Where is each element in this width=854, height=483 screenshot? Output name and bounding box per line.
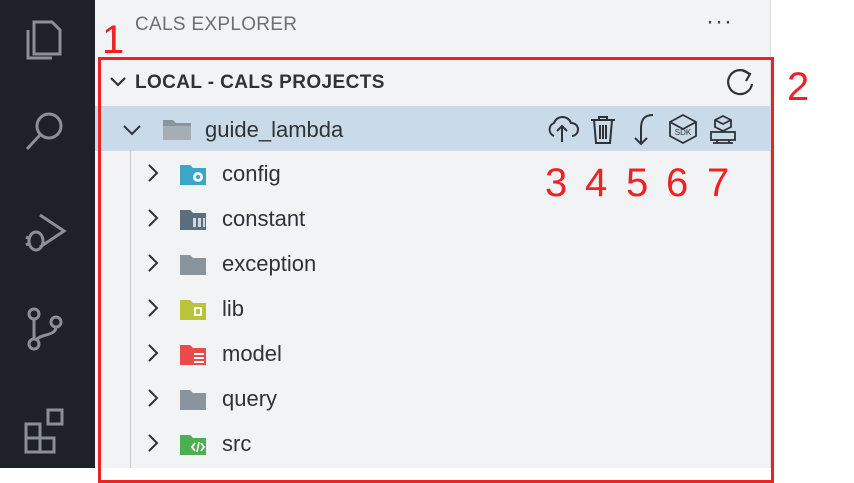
chevron-down-icon bbox=[123, 125, 141, 136]
chevron-right-icon bbox=[148, 209, 159, 227]
sdk-icon[interactable]: SDK bbox=[665, 111, 701, 147]
activity-bar bbox=[0, 0, 95, 468]
folder-open-icon bbox=[163, 120, 191, 140]
folder-row-src[interactable]: src bbox=[95, 421, 770, 466]
annotation-label-2: 2 bbox=[787, 65, 810, 109]
run-debug-icon[interactable] bbox=[18, 205, 72, 259]
annotation-label-1: 1 bbox=[102, 18, 125, 62]
folder-row-exception[interactable]: exception bbox=[95, 241, 770, 286]
search-icon[interactable] bbox=[18, 104, 72, 158]
folder-icon bbox=[180, 390, 206, 410]
folder-row-lib[interactable]: lib bbox=[95, 286, 770, 331]
annotation-label-7: 7 bbox=[707, 161, 730, 205]
folder-lib-icon bbox=[180, 300, 206, 320]
annotation-label-3: 3 bbox=[545, 161, 568, 205]
chevron-right-icon bbox=[148, 254, 159, 272]
refresh-icon[interactable] bbox=[722, 64, 758, 100]
chevron-right-icon bbox=[148, 434, 159, 452]
folder-name: lib bbox=[222, 296, 245, 321]
project-row-guide-lambda[interactable]: guide_lambda SDK bbox=[95, 106, 770, 151]
section-header-local-cals-projects[interactable]: LOCAL - CALS PROJECTS bbox=[95, 62, 770, 102]
folder-config-icon bbox=[180, 165, 206, 185]
folder-name: exception bbox=[222, 251, 317, 276]
deploy-icon[interactable] bbox=[705, 111, 741, 147]
section-title: LOCAL - CALS PROJECTS bbox=[135, 72, 385, 93]
folder-row-query[interactable]: query bbox=[95, 376, 770, 421]
extensions-icon[interactable] bbox=[18, 402, 72, 456]
svg-text:SDK: SDK bbox=[675, 128, 692, 137]
folder-name: query bbox=[222, 386, 278, 411]
chevron-right-icon bbox=[148, 299, 159, 317]
folder-icon bbox=[180, 255, 206, 275]
more-actions-button[interactable]: ··· bbox=[706, 8, 733, 36]
folder-src-icon bbox=[180, 435, 206, 455]
folder-constant-icon bbox=[180, 210, 206, 230]
download-arrow-icon[interactable] bbox=[625, 111, 661, 147]
trash-icon[interactable] bbox=[585, 111, 621, 147]
annotation-label-4: 4 bbox=[585, 161, 608, 205]
chevron-right-icon bbox=[148, 164, 159, 182]
chevron-down-icon bbox=[110, 77, 126, 87]
chevron-right-icon bbox=[148, 389, 159, 407]
folder-row-model[interactable]: model bbox=[95, 331, 770, 376]
source-control-icon[interactable] bbox=[18, 302, 72, 356]
chevron-right-icon bbox=[148, 344, 159, 362]
project-name: guide_lambda bbox=[205, 117, 344, 142]
annotation-label-6: 6 bbox=[666, 161, 689, 205]
folder-name: constant bbox=[222, 206, 306, 231]
folder-model-icon bbox=[180, 345, 206, 365]
folder-name: config bbox=[222, 161, 281, 186]
folder-name: src bbox=[222, 431, 252, 456]
explorer-icon[interactable] bbox=[18, 12, 72, 66]
folder-name: model bbox=[222, 341, 282, 366]
upload-cloud-icon[interactable] bbox=[544, 111, 580, 147]
explorer-panel: CALS EXPLORER ··· LOCAL - CALS PROJECTS … bbox=[95, 0, 771, 468]
annotation-label-5: 5 bbox=[626, 161, 649, 205]
explorer-title: CALS EXPLORER bbox=[135, 14, 298, 35]
